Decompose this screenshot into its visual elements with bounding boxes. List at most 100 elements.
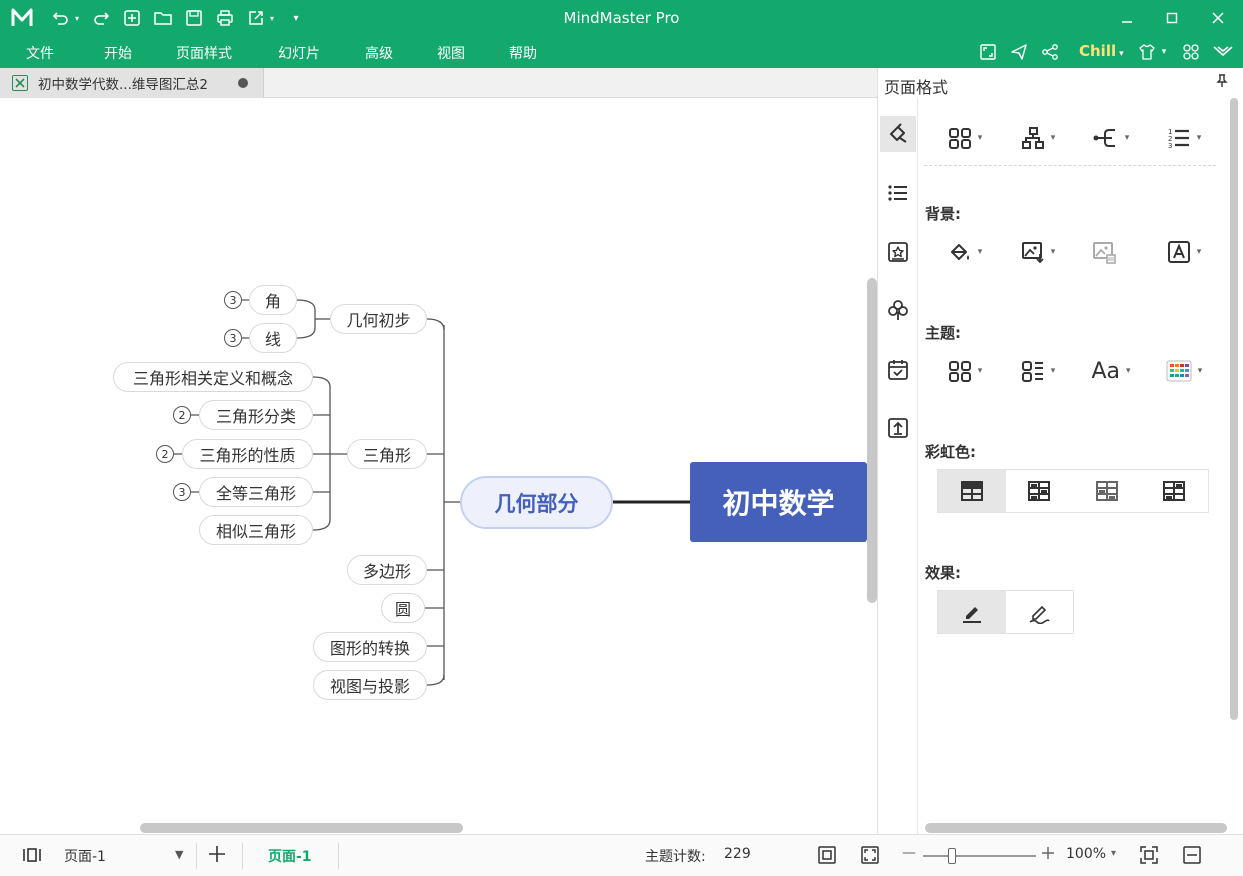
minimize-icon[interactable] xyxy=(1112,6,1142,30)
menu-slides[interactable]: 幻灯片 xyxy=(278,43,320,63)
topic-node[interactable]: 图形的转换 xyxy=(313,632,427,662)
background-image-button[interactable]: ▾ xyxy=(1008,236,1068,268)
tshirt-icon[interactable] xyxy=(1136,41,1158,63)
rainbow-option-4[interactable] xyxy=(1141,470,1209,512)
zoom-level[interactable]: 100% xyxy=(1066,846,1106,862)
page-panel-toggle-icon[interactable] xyxy=(22,847,42,867)
zoom-slider-thumb[interactable] xyxy=(948,848,956,864)
subtopic-count-badge[interactable]: 3 xyxy=(224,291,242,309)
topic-node[interactable]: 线 xyxy=(249,323,297,353)
collapse-panel-icon[interactable] xyxy=(1182,845,1202,869)
central-topic[interactable]: 初中数学 xyxy=(690,462,867,542)
canvas-vertical-scrollbar[interactable] xyxy=(867,278,877,603)
topic-node[interactable]: 视图与投影 xyxy=(313,670,427,700)
fit-window-icon[interactable] xyxy=(1139,845,1159,869)
panel-title: 页面格式 xyxy=(884,78,949,97)
add-page-icon[interactable] xyxy=(207,844,227,868)
theme-selector[interactable]: Chill ▾ xyxy=(1079,42,1124,60)
theme-font-button[interactable]: Aa ▾ xyxy=(1081,355,1141,387)
outline-list-icon[interactable] xyxy=(880,175,916,211)
subtopic-count-badge[interactable]: 2 xyxy=(173,406,191,424)
undo-icon[interactable] xyxy=(50,7,72,29)
new-file-icon[interactable] xyxy=(121,7,143,29)
topic-node[interactable]: 三角形相关定义和概念 xyxy=(113,362,313,392)
main-topic[interactable]: 几何部分 xyxy=(460,476,613,529)
fullscreen-view-icon[interactable] xyxy=(860,845,880,869)
topic-node[interactable]: 三角形的性质 xyxy=(182,439,313,469)
topic-node[interactable]: 几何初步 xyxy=(330,304,427,334)
fullscreen-icon[interactable] xyxy=(977,41,999,63)
canvas-horizontal-scrollbar[interactable] xyxy=(140,823,463,833)
clipart-icon[interactable] xyxy=(880,234,916,270)
tshirt-dropdown-icon[interactable]: ▾ xyxy=(1158,41,1170,63)
theme-color-button[interactable]: ▾ xyxy=(1154,355,1214,387)
menu-help[interactable]: 帮助 xyxy=(509,43,537,63)
maximize-icon[interactable] xyxy=(1157,6,1187,30)
menu-view[interactable]: 视图 xyxy=(437,43,465,63)
zoom-out-icon[interactable]: — xyxy=(902,845,916,861)
layout-grid-button[interactable]: ▾ xyxy=(935,122,995,154)
topic-node[interactable]: 相似三角形 xyxy=(199,515,313,545)
menu-start[interactable]: 开始 xyxy=(104,43,132,63)
fit-page-icon[interactable] xyxy=(817,845,837,869)
undo-dropdown-icon[interactable]: ▾ xyxy=(73,7,81,29)
structure-button[interactable]: ▾ xyxy=(1008,122,1068,154)
menu-page-style[interactable]: 页面样式 xyxy=(176,43,232,63)
topic-node[interactable]: 多边形 xyxy=(347,555,427,585)
page-select[interactable]: 页面-1 xyxy=(64,846,106,866)
rainbow-option-1[interactable] xyxy=(938,470,1006,512)
collapse-ribbon-icon[interactable] xyxy=(1210,41,1236,63)
customize-toolbar-icon[interactable]: ▾ xyxy=(285,7,307,29)
effect-option-flat[interactable] xyxy=(938,591,1006,633)
panel-vertical-scrollbar[interactable] xyxy=(1230,98,1238,720)
zoom-in-icon[interactable] xyxy=(1040,843,1056,867)
open-folder-icon[interactable] xyxy=(152,7,174,29)
remove-background-button[interactable] xyxy=(1074,236,1134,268)
topic-node[interactable]: 角 xyxy=(249,285,297,315)
upload-icon[interactable] xyxy=(880,410,916,446)
page-tab-active[interactable]: 页面-1 xyxy=(268,846,312,866)
topic-node[interactable]: 全等三角形 xyxy=(199,477,313,507)
export-dropdown-icon[interactable]: ▾ xyxy=(268,7,276,29)
table-grid-icon xyxy=(1163,481,1186,501)
menu-file[interactable]: 文件 xyxy=(26,43,54,63)
subtopic-count-badge[interactable]: 2 xyxy=(156,445,174,463)
apps-grid-icon[interactable] xyxy=(1180,41,1202,63)
panel-horizontal-scrollbar[interactable] xyxy=(925,823,1227,833)
watermark-button[interactable]: ▾ xyxy=(1154,236,1214,268)
effect-option-handdrawn[interactable] xyxy=(1006,591,1074,633)
document-tab[interactable]: 初中数学代数...维导图汇总2 xyxy=(0,68,264,98)
numbering-button[interactable]: 123 ▾ xyxy=(1154,122,1214,154)
image-insert-icon xyxy=(1021,242,1044,264)
connector-style-button[interactable]: ▾ xyxy=(1081,122,1141,154)
menu-advanced[interactable]: 高级 xyxy=(365,43,393,63)
page-select-dropdown-icon[interactable]: ▼ xyxy=(175,848,183,861)
topic-node[interactable]: 三角形分类 xyxy=(199,400,313,430)
subtopic-count-badge[interactable]: 3 xyxy=(173,483,191,501)
background-section-label: 背景: xyxy=(925,205,961,223)
save-icon[interactable] xyxy=(183,7,205,29)
redo-icon[interactable] xyxy=(90,7,112,29)
unsaved-dot-icon[interactable] xyxy=(238,78,248,88)
theme-style-button[interactable]: ▾ xyxy=(935,355,995,387)
export-icon[interactable] xyxy=(245,7,267,29)
topic-node[interactable]: 圆 xyxy=(381,593,425,623)
print-icon[interactable] xyxy=(214,7,236,29)
clover-icon[interactable] xyxy=(880,292,916,328)
page-format-tab-icon[interactable] xyxy=(880,116,916,152)
theme-grid-icon xyxy=(948,361,971,382)
zoom-dropdown-icon[interactable]: ▾ xyxy=(1111,848,1116,859)
rainbow-option-2[interactable] xyxy=(1006,470,1074,512)
calendar-task-icon[interactable] xyxy=(880,352,916,388)
background-color-button[interactable]: ▾ xyxy=(935,236,995,268)
subtopic-count-badge[interactable]: 3 xyxy=(224,329,242,347)
theme-layout-button[interactable]: ▾ xyxy=(1008,355,1068,387)
close-icon[interactable] xyxy=(1203,6,1233,30)
share-icon[interactable] xyxy=(1039,41,1061,63)
zoom-slider-track[interactable] xyxy=(923,855,1036,857)
pin-icon[interactable] xyxy=(1216,74,1228,92)
rainbow-option-3[interactable] xyxy=(1073,470,1141,512)
send-icon[interactable] xyxy=(1008,41,1030,63)
topic-node[interactable]: 三角形 xyxy=(347,439,427,469)
watermark-icon xyxy=(1167,241,1190,263)
